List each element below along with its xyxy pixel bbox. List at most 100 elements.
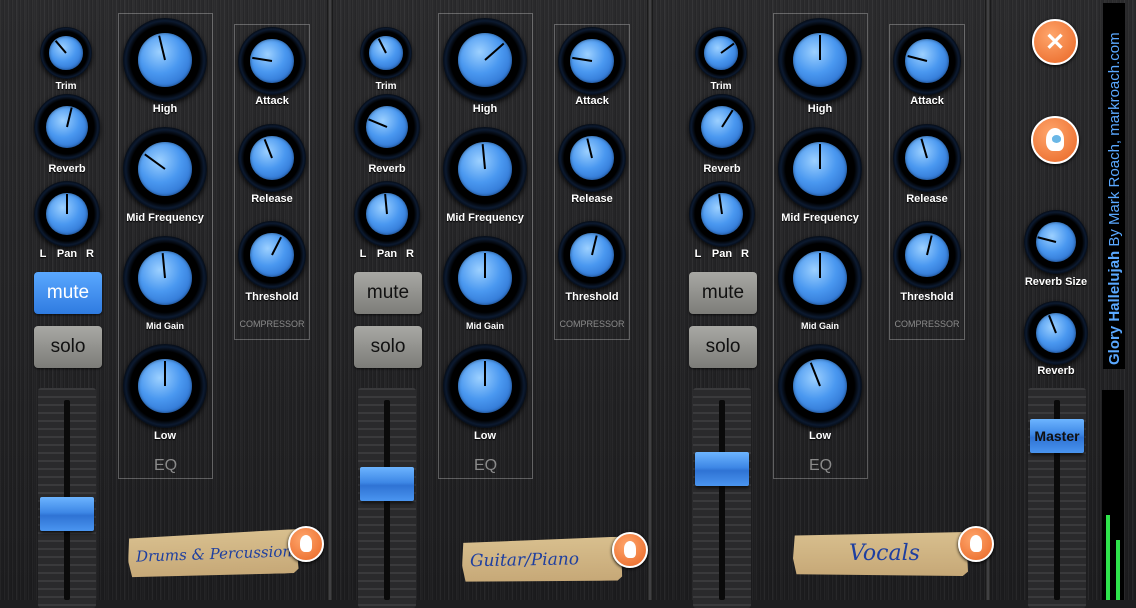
- close-icon: ✕: [1044, 29, 1066, 56]
- eq-mid-frequency-label: Mid Frequency: [126, 212, 204, 224]
- close-button[interactable]: ✕: [1032, 19, 1078, 65]
- head-help-icon: [299, 535, 313, 552]
- reverb-size-label: Reverb Size: [1024, 276, 1088, 288]
- master-fader-handle[interactable]: Master: [1030, 419, 1084, 453]
- eq-title: EQ: [153, 457, 178, 474]
- release-label: Release: [906, 193, 948, 205]
- attack-label: Attack: [575, 95, 609, 107]
- trim-knob[interactable]: [695, 27, 747, 79]
- master-reverb-label: Reverb: [1037, 365, 1075, 377]
- channel-fader[interactable]: [38, 388, 96, 608]
- reverb-label: Reverb: [368, 163, 406, 175]
- master-fader[interactable]: Master: [1028, 388, 1086, 608]
- channel-name: Guitar/Piano: [469, 549, 580, 572]
- fader-handle[interactable]: [360, 467, 414, 501]
- channel-name-tape: Guitar/Piano: [462, 537, 623, 584]
- eq-mid-frequency-knob[interactable]: [443, 127, 527, 211]
- mute-button[interactable]: mute: [689, 272, 757, 314]
- attack-label: Attack: [255, 95, 289, 107]
- threshold-knob[interactable]: [238, 221, 306, 289]
- pan-knob[interactable]: [34, 181, 100, 247]
- eq-mid-frequency-knob[interactable]: [123, 127, 207, 211]
- fader-handle[interactable]: [695, 452, 749, 486]
- reverb-knob[interactable]: [34, 94, 100, 160]
- channel-fader[interactable]: [358, 388, 416, 608]
- threshold-label: Threshold: [565, 291, 619, 303]
- eq-high-label: High: [807, 103, 833, 115]
- eq-mid-frequency-label: Mid Frequency: [781, 212, 859, 224]
- eq-low-label: Low: [474, 430, 496, 442]
- channel-help-button[interactable]: [288, 526, 324, 562]
- mute-button[interactable]: mute: [34, 272, 102, 314]
- solo-button[interactable]: solo: [689, 326, 757, 368]
- head-help-icon: [969, 535, 983, 552]
- reverb-knob[interactable]: [354, 94, 420, 160]
- release-label: Release: [251, 193, 293, 205]
- threshold-label: Threshold: [245, 291, 299, 303]
- reverb-size-knob[interactable]: [1024, 210, 1088, 274]
- release-label: Release: [571, 193, 613, 205]
- eq-mid-gain-label: Mid Gain: [146, 321, 184, 331]
- eq-mid-gain-label: Mid Gain: [801, 321, 839, 331]
- channel-fader[interactable]: [693, 388, 751, 608]
- song-title: Glory Hallelujah: [1106, 250, 1123, 365]
- solo-button[interactable]: solo: [34, 326, 102, 368]
- solo-button[interactable]: solo: [354, 326, 422, 368]
- level-meter: [1102, 390, 1124, 600]
- eq-high-label: High: [472, 103, 498, 115]
- eq-mid-gain-knob[interactable]: [443, 236, 527, 320]
- eq-low-label: Low: [154, 430, 176, 442]
- pan-right-label: R: [86, 248, 94, 260]
- pan-right-label: R: [741, 248, 749, 260]
- release-knob[interactable]: [893, 124, 961, 192]
- threshold-knob[interactable]: [558, 221, 626, 289]
- attack-knob[interactable]: [558, 27, 626, 95]
- release-knob[interactable]: [558, 124, 626, 192]
- eye-icon: [1049, 132, 1064, 145]
- pan-knob[interactable]: [689, 181, 755, 247]
- fader-handle[interactable]: [40, 497, 94, 531]
- eq-low-knob[interactable]: [778, 344, 862, 428]
- pan-right-label: R: [406, 248, 414, 260]
- eq-mid-gain-knob[interactable]: [123, 236, 207, 320]
- attack-knob[interactable]: [238, 27, 306, 95]
- trim-knob[interactable]: [360, 27, 412, 79]
- song-title-banner: Glory Hallelujah By Mark Roach, markroac…: [1103, 3, 1125, 369]
- reverb-label: Reverb: [703, 163, 741, 175]
- eq-low-label: Low: [809, 430, 831, 442]
- head-help-icon: [623, 541, 637, 558]
- eq-mid-frequency-knob[interactable]: [778, 127, 862, 211]
- eq-high-knob[interactable]: [778, 18, 862, 102]
- pan-knob[interactable]: [354, 181, 420, 247]
- eq-low-knob[interactable]: [123, 344, 207, 428]
- threshold-knob[interactable]: [893, 221, 961, 289]
- master-fader-label: Master: [1034, 428, 1080, 444]
- compressor-title: COMPRESSOR: [239, 319, 305, 329]
- eq-high-knob[interactable]: [443, 18, 527, 102]
- eq-title: EQ: [473, 457, 498, 474]
- channel-divider: [985, 0, 991, 600]
- trim-label: Trim: [55, 81, 77, 92]
- eq-high-knob[interactable]: [123, 18, 207, 102]
- trim-label: Trim: [710, 81, 732, 92]
- compressor-title: COMPRESSOR: [894, 319, 960, 329]
- eq-mid-frequency-label: Mid Frequency: [446, 212, 524, 224]
- channel-divider: [647, 0, 653, 600]
- song-credit: By Mark Roach, markroach.com: [1106, 32, 1123, 247]
- trim-knob[interactable]: [40, 27, 92, 79]
- reverb-knob[interactable]: [689, 94, 755, 160]
- attack-knob[interactable]: [893, 27, 961, 95]
- eq-high-label: High: [152, 103, 178, 115]
- release-knob[interactable]: [238, 124, 306, 192]
- eq-mid-gain-knob[interactable]: [778, 236, 862, 320]
- eq-title: EQ: [808, 457, 833, 474]
- eq-mid-gain-label: Mid Gain: [466, 321, 504, 331]
- help-button[interactable]: [1031, 116, 1079, 164]
- channel-help-button[interactable]: [612, 532, 648, 568]
- trim-label: Trim: [375, 81, 397, 92]
- master-reverb-knob[interactable]: [1024, 301, 1088, 365]
- mute-button[interactable]: mute: [354, 272, 422, 314]
- eq-low-knob[interactable]: [443, 344, 527, 428]
- channel-help-button[interactable]: [958, 526, 994, 562]
- reverb-label: Reverb: [48, 163, 86, 175]
